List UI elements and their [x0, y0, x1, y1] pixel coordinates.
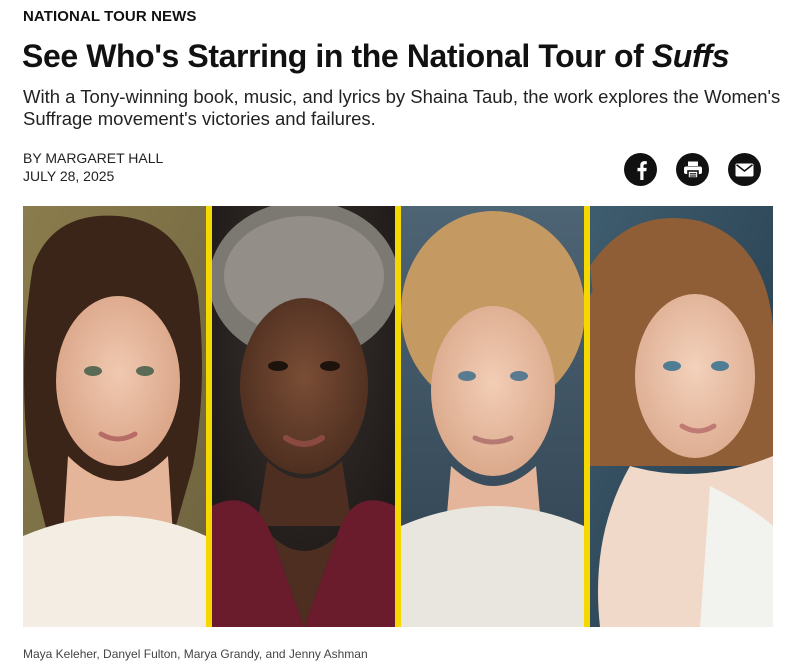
subheadline: With a Tony-winning book, music, and lyr…: [23, 86, 781, 129]
email-share-button[interactable]: [728, 153, 761, 186]
headshot-1: [23, 206, 206, 627]
category-label[interactable]: NATIONAL TOUR NEWS: [23, 8, 196, 25]
byline-block: BY MARGARET HALL JULY 28, 2025: [23, 149, 163, 185]
portrait-illustration: [401, 206, 584, 627]
headline: See Who's Starring in the National Tour …: [22, 35, 792, 77]
print-icon: [683, 161, 702, 179]
print-button[interactable]: [676, 153, 709, 186]
headshot-2: [212, 206, 395, 627]
headshot-3: [401, 206, 584, 627]
email-icon: [735, 163, 754, 176]
publish-date: JULY 28, 2025: [23, 168, 115, 184]
portrait-illustration: [23, 206, 206, 627]
share-buttons: [624, 153, 761, 186]
headline-show-title: Suffs: [651, 38, 730, 74]
facebook-share-button[interactable]: [624, 153, 657, 186]
headshot-4: [590, 206, 773, 627]
headline-text: See Who's Starring in the National Tour …: [22, 38, 652, 74]
portrait-illustration: [590, 206, 773, 627]
image-caption: Maya Keleher, Danyel Fulton, Marya Grand…: [23, 647, 368, 661]
facebook-icon: [637, 160, 647, 180]
cast-headshots-image: [23, 206, 773, 627]
portrait-illustration: [212, 206, 395, 627]
author[interactable]: BY MARGARET HALL: [23, 149, 163, 167]
